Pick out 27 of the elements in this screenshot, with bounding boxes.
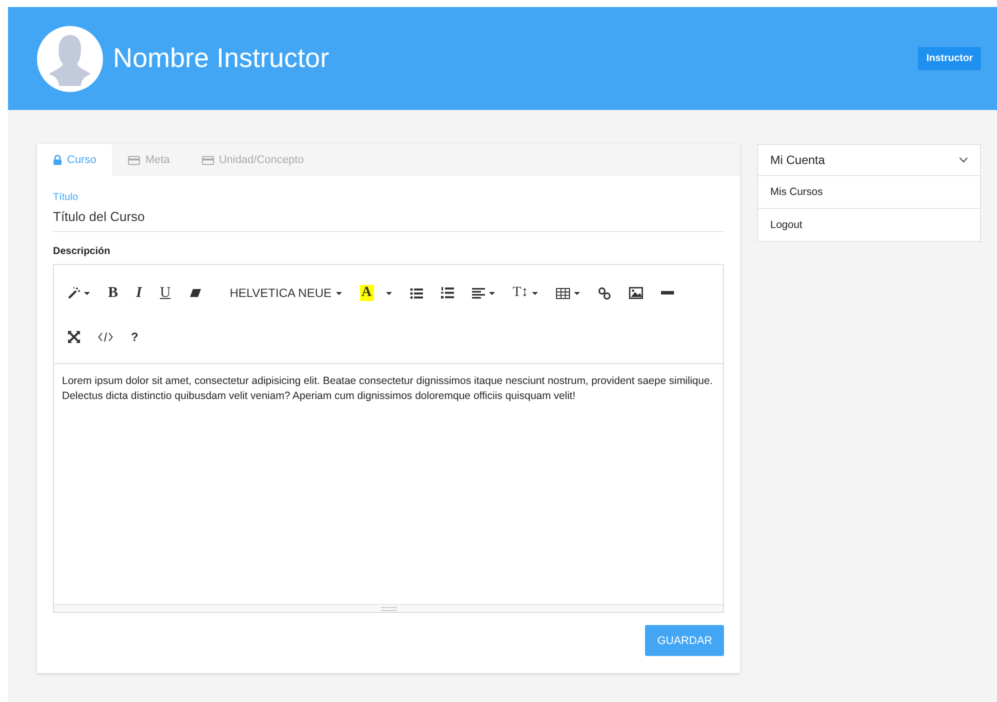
account-menu-item[interactable]: Logout	[758, 209, 980, 241]
italic-button[interactable]: I	[130, 282, 148, 304]
avatar-icon	[37, 26, 103, 92]
instructor-name: Nombre Instructor	[113, 43, 330, 74]
font-dropdown[interactable]: HELVETICA NEUE	[224, 282, 348, 304]
field-label: Título	[53, 192, 80, 203]
image-icon	[629, 287, 644, 299]
card-icon	[128, 156, 140, 164]
bullet-list-icon	[410, 288, 423, 298]
highlight-button[interactable]: A	[354, 282, 398, 304]
fullscreen-icon	[68, 331, 80, 343]
align-icon	[472, 288, 485, 298]
card-icon	[202, 156, 214, 164]
description-label: Descripción	[53, 246, 112, 257]
help-button[interactable]: ?	[125, 326, 144, 348]
font-size-button[interactable]: T↕	[506, 282, 544, 304]
code-view-icon	[98, 332, 113, 342]
bold-button[interactable]: B	[102, 282, 124, 304]
account-menu-item[interactable]: Mis Cursos	[758, 176, 980, 209]
underline-button[interactable]: U	[154, 282, 177, 304]
editor-text[interactable]: Lorem ipsum dolor sit amet, consectetur adipisicing elit. Beatae consectetur dignissimos itaque nesciunt nostrum, provident saepe similique. Delectus dicta distinctio quibusdam velit veniam? Aperiam cum dignissimos doloremque officiis quisquam velit!	[54, 364, 724, 604]
eraser-icon	[188, 288, 202, 298]
link-icon	[598, 286, 612, 300]
table-icon	[556, 288, 570, 298]
magic-wand-icon	[68, 287, 80, 299]
lock-icon	[53, 155, 62, 165]
numbered-list-icon	[440, 287, 454, 299]
